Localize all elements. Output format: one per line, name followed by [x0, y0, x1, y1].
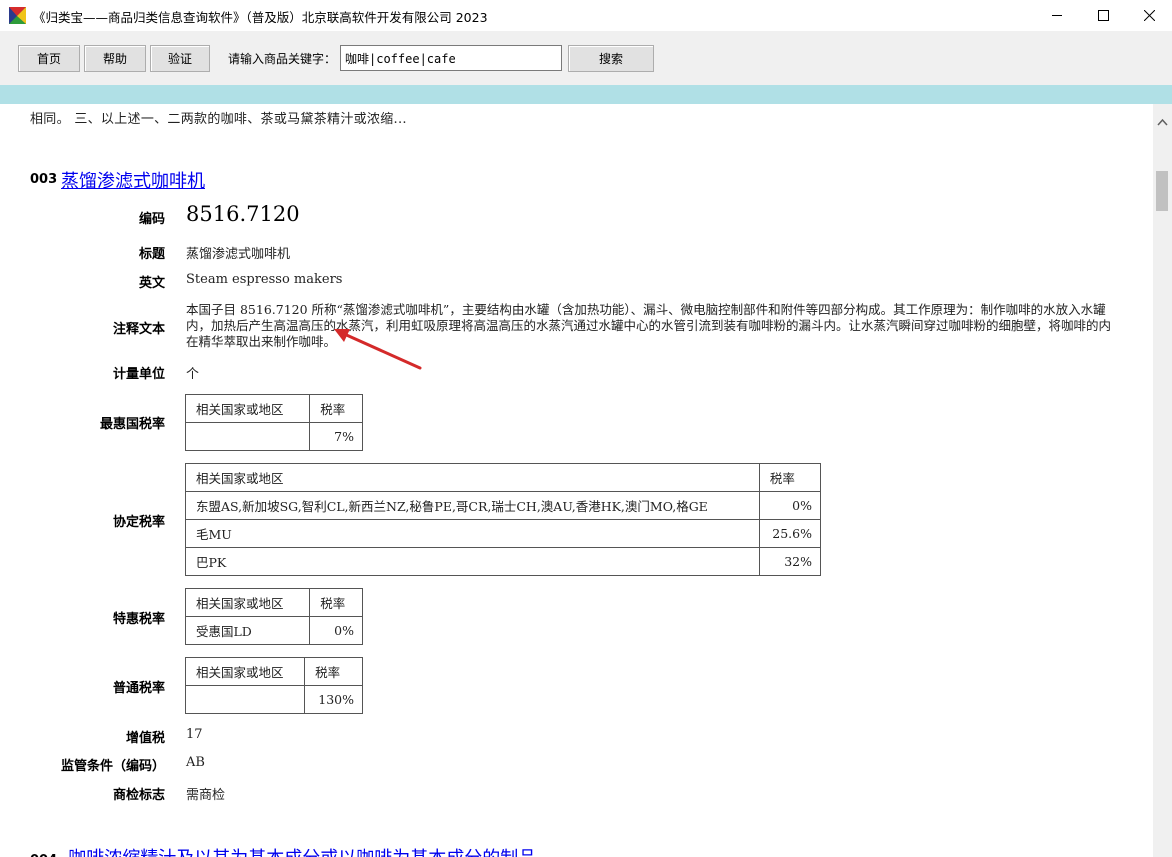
keyword-label: 请输入商品关键字： [228, 52, 337, 66]
general-table: 相关国家或地区 税率 130% [184, 657, 363, 714]
window-title: 《归类宝——商品归类信息查询软件》（普及版）北京联高软件开发有限公司 2023 [33, 10, 488, 25]
mfn-label: 最惠国税率 [99, 417, 165, 432]
verify-button[interactable]: 验证 [150, 45, 210, 72]
table-row: 受惠国LD 0% [184, 616, 363, 645]
inspection-value: 需商检 [186, 788, 226, 803]
table-header-row: 相关国家或地区 税率 [184, 394, 363, 423]
code-label: 编码 [138, 212, 165, 227]
minimize-icon [1051, 15, 1062, 16]
rate-cell: 0% [758, 491, 822, 520]
close-button[interactable] [1126, 0, 1172, 31]
table-header-row: 相关国家或地区 税率 [185, 463, 822, 492]
home-button[interactable]: 首页 [18, 45, 80, 72]
inspection-label: 商检标志 [112, 788, 165, 803]
help-button[interactable]: 帮助 [84, 45, 146, 72]
close-icon [1143, 10, 1155, 21]
special-table: 相关国家或地区 税率 受惠国LD 0% [184, 588, 363, 645]
table-row: 毛MU 25.6% [185, 519, 822, 548]
rate-header: 税率 [304, 657, 363, 686]
region-cell: 东盟AS,新加坡SG,智利CL,新西兰NZ,秘鲁PE,哥CR,瑞士CH,澳AU,… [185, 491, 760, 520]
rate-cell: 0% [309, 616, 363, 645]
table-row: 130% [184, 685, 363, 714]
table-header-row: 相关国家或地区 税率 [184, 588, 363, 617]
next-entry-title-link[interactable]: 咖啡浓缩精汁及以其为基本成分或以咖啡为基本成分的制品 [68, 848, 536, 857]
annotation-arrow-icon [334, 329, 422, 370]
region-cell: 巴PK [185, 547, 760, 576]
scrollbar-thumb[interactable] [1156, 171, 1168, 211]
keyword-input[interactable] [340, 45, 562, 71]
table-row: 东盟AS,新加坡SG,智利CL,新西兰NZ,秘鲁PE,哥CR,瑞士CH,澳AU,… [185, 491, 822, 520]
table-header-row: 相关国家或地区 税率 [184, 657, 363, 686]
region-cell [184, 685, 306, 714]
rate-header: 税率 [758, 463, 822, 492]
region-header: 相关国家或地区 [184, 394, 311, 423]
entry-title-link[interactable]: 蒸馏渗滤式咖啡机 [61, 167, 205, 193]
rate-cell: 130% [304, 685, 363, 714]
title-bar: 《归类宝——商品归类信息查询软件》（普及版）北京联高软件开发有限公司 2023 [0, 0, 1172, 31]
next-entry: 004 咖啡浓缩精汁及以其为基本成分或以咖啡为基本成分的制品 [30, 844, 536, 857]
name-value: 蒸馏渗滤式咖啡机 [186, 247, 291, 262]
table-row: 巴PK 32% [185, 547, 822, 576]
agreement-table: 相关国家或地区 税率 东盟AS,新加坡SG,智利CL,新西兰NZ,秘鲁PE,哥C… [185, 463, 822, 576]
rate-cell: 25.6% [758, 519, 822, 548]
entry-number: 003 [30, 172, 58, 187]
maximize-button[interactable] [1080, 0, 1126, 31]
code-value: 8516.7120 [186, 202, 300, 226]
vertical-scrollbar[interactable] [1153, 104, 1172, 857]
unit-value: 个 [186, 367, 200, 382]
next-entry-number: 004 [30, 853, 57, 857]
previous-entry-text: 相同。 三、以上述一、二两款的咖啡、茶或马黛茶精汁或浓缩... [30, 112, 407, 127]
table-row: 7% [184, 422, 363, 451]
region-header: 相关国家或地区 [184, 588, 311, 617]
header-band [0, 85, 1172, 104]
vat-value: 17 [186, 727, 203, 742]
results-pane[interactable]: 相同。 三、以上述一、二两款的咖啡、茶或马黛茶精汁或浓缩... 003 蒸馏渗滤… [0, 104, 1153, 857]
unit-label: 计量单位 [112, 367, 165, 382]
note-label: 注释文本 [112, 322, 165, 337]
search-button[interactable]: 搜索 [568, 45, 654, 72]
supervision-label: 监管条件（编码） [60, 759, 165, 774]
region-cell [184, 422, 311, 451]
region-cell: 受惠国LD [184, 616, 311, 645]
general-label: 普通税率 [112, 681, 165, 696]
rate-header: 税率 [309, 588, 363, 617]
maximize-icon [1097, 10, 1109, 21]
region-cell: 毛MU [185, 519, 760, 548]
rate-cell: 32% [758, 547, 822, 576]
vat-label: 增值税 [125, 731, 165, 746]
rate-cell: 7% [309, 422, 363, 451]
minimize-button[interactable] [1034, 0, 1080, 31]
agreement-label: 协定税率 [112, 515, 165, 530]
english-value: Steam espresso makers [186, 272, 343, 287]
rate-header: 税率 [309, 394, 363, 423]
supervision-value: AB [186, 755, 205, 770]
english-label: 英文 [138, 276, 165, 291]
special-label: 特惠税率 [112, 612, 165, 627]
region-header: 相关国家或地区 [184, 657, 306, 686]
scroll-up-arrow-icon[interactable] [1157, 118, 1168, 126]
region-header: 相关国家或地区 [185, 463, 760, 492]
app-logo-icon [9, 7, 26, 24]
name-label: 标题 [138, 247, 165, 262]
note-value: 本国子目 8516.7120 所称“蒸馏渗滤式咖啡机”，主要结构由水罐（含加热功… [186, 302, 1112, 349]
toolbar: 首页 帮助 验证 请输入商品关键字： 搜索 [0, 31, 1172, 85]
mfn-table: 相关国家或地区 税率 7% [184, 394, 363, 451]
